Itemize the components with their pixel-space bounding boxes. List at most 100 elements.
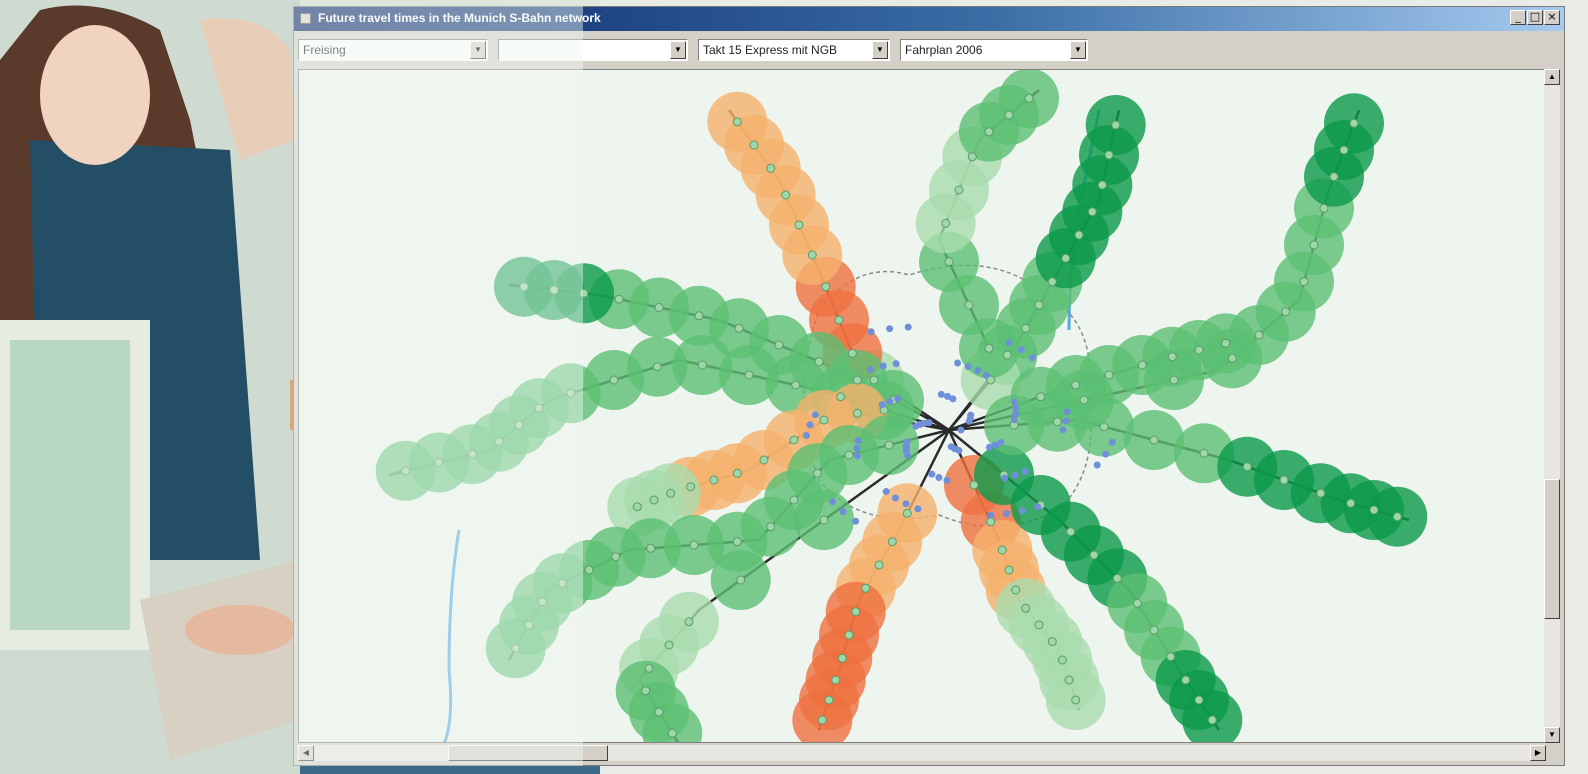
station[interactable] [954, 185, 964, 195]
station[interactable] [1099, 422, 1109, 432]
inner-station[interactable] [949, 395, 957, 403]
inner-station[interactable] [802, 432, 810, 439]
station[interactable] [1169, 375, 1179, 385]
station[interactable] [697, 360, 707, 370]
inner-station[interactable] [982, 371, 990, 379]
inner-station[interactable] [947, 443, 955, 451]
station[interactable] [694, 311, 704, 321]
station[interactable] [1036, 392, 1046, 402]
inner-station[interactable] [1017, 346, 1025, 354]
station[interactable] [847, 348, 857, 358]
inner-station[interactable] [1010, 416, 1018, 424]
minimize-button[interactable]: _ [1510, 10, 1526, 25]
station[interactable] [1011, 585, 1021, 595]
station[interactable] [566, 388, 576, 398]
station[interactable] [514, 420, 524, 430]
inner-station[interactable] [878, 401, 886, 409]
inner-station[interactable] [1063, 408, 1071, 416]
station[interactable] [689, 540, 699, 550]
station[interactable] [667, 728, 677, 738]
station[interactable] [632, 502, 642, 512]
station[interactable] [1024, 93, 1034, 103]
station[interactable] [967, 152, 977, 162]
station[interactable] [1181, 675, 1191, 685]
station[interactable] [434, 458, 444, 467]
horizontal-scrollbar[interactable]: ◀ ▶ [298, 745, 1546, 761]
station[interactable] [1227, 353, 1237, 363]
station[interactable] [1279, 475, 1289, 485]
station[interactable] [641, 686, 651, 696]
triangle-left-icon[interactable]: ◀ [298, 745, 314, 761]
station[interactable] [519, 282, 529, 292]
station[interactable] [1021, 603, 1031, 613]
station[interactable] [401, 466, 411, 476]
maximize-button[interactable]: □ [1527, 10, 1543, 25]
network-map-canvas[interactable] [299, 70, 1546, 743]
title-bar[interactable]: Future travel times in the Munich S-Bahn… [294, 7, 1564, 31]
inner-station[interactable] [1001, 474, 1009, 482]
station[interactable] [1002, 350, 1012, 360]
station[interactable] [1034, 620, 1044, 630]
inner-station[interactable] [882, 488, 890, 495]
station[interactable] [819, 415, 829, 425]
inner-station[interactable] [852, 517, 860, 525]
inner-station[interactable] [892, 360, 900, 368]
inner-station[interactable] [985, 443, 993, 451]
station[interactable] [557, 578, 567, 588]
vertical-scrollbar[interactable]: ▲ ▼ [1544, 69, 1560, 743]
station[interactable] [644, 663, 654, 673]
inner-station[interactable] [987, 511, 995, 519]
station[interactable] [1052, 417, 1062, 427]
inner-station[interactable] [965, 417, 973, 425]
station[interactable] [836, 392, 846, 402]
inner-station[interactable] [903, 438, 911, 446]
service-select[interactable]: Takt 15 Express mit NGB ▼ [698, 39, 890, 61]
station[interactable] [1319, 203, 1329, 213]
inner-station[interactable] [1003, 510, 1010, 518]
inner-station[interactable] [1102, 450, 1110, 458]
station[interactable] [766, 522, 776, 532]
station[interactable] [579, 288, 589, 298]
inner-station[interactable] [1018, 507, 1026, 515]
station[interactable] [1074, 230, 1084, 240]
station[interactable] [709, 475, 719, 485]
station[interactable] [774, 340, 784, 350]
station[interactable] [1254, 330, 1264, 340]
station[interactable] [964, 300, 974, 310]
station[interactable] [511, 643, 521, 653]
station[interactable] [1021, 323, 1031, 333]
inner-station[interactable] [1034, 503, 1042, 511]
station[interactable] [1089, 550, 1099, 560]
station[interactable] [837, 653, 847, 663]
station[interactable] [781, 190, 791, 200]
station[interactable] [1057, 655, 1067, 665]
station[interactable] [649, 495, 659, 505]
triangle-right-icon[interactable]: ▶ [1530, 745, 1546, 761]
station[interactable] [1221, 338, 1231, 348]
station[interactable] [1149, 435, 1159, 445]
inner-station[interactable] [1005, 339, 1013, 347]
station[interactable] [1167, 352, 1177, 362]
inner-station[interactable] [886, 325, 894, 333]
station[interactable] [684, 617, 694, 627]
inner-station[interactable] [904, 323, 912, 331]
station[interactable] [1166, 652, 1176, 662]
station[interactable] [654, 303, 664, 312]
inner-station[interactable] [1028, 354, 1036, 362]
station[interactable] [1111, 120, 1121, 130]
station[interactable] [986, 517, 996, 527]
station[interactable] [817, 715, 827, 725]
station[interactable] [1066, 527, 1076, 537]
horizontal-scroll-thumb[interactable] [448, 745, 608, 761]
station[interactable] [861, 583, 871, 593]
station[interactable] [1194, 345, 1204, 355]
window-app-icon[interactable] [300, 13, 311, 24]
station[interactable] [1071, 380, 1081, 390]
station[interactable] [834, 315, 844, 325]
inner-station[interactable] [937, 390, 945, 398]
station[interactable] [494, 437, 504, 447]
station[interactable] [1316, 488, 1326, 498]
station[interactable] [664, 640, 674, 650]
inner-station[interactable] [853, 444, 861, 452]
station[interactable] [732, 468, 742, 478]
